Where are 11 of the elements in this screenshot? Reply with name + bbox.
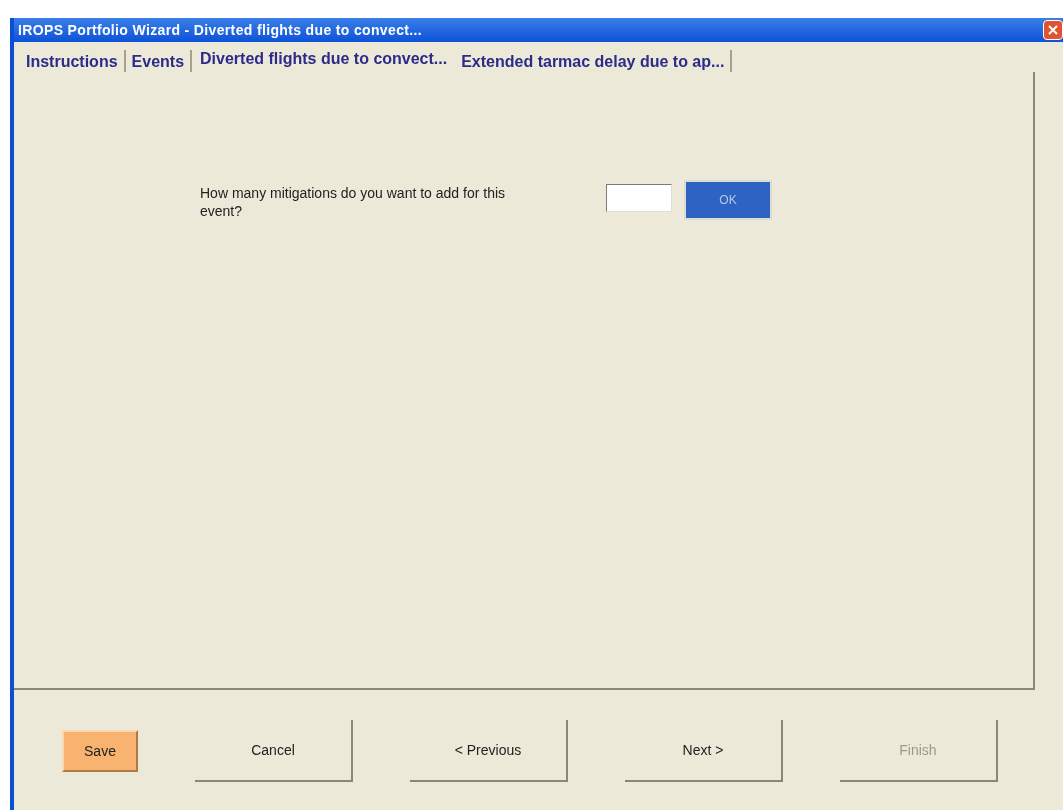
input-field[interactable] bbox=[606, 184, 672, 212]
tab[interactable]: Extended tarmac delay due to ap... bbox=[455, 50, 733, 72]
wizard-button[interactable]: Save bbox=[62, 730, 138, 772]
wizard-button[interactable]: Cancel bbox=[195, 720, 353, 782]
question-label: How many mitigations do you want to add for this event? bbox=[200, 184, 507, 220]
window-title: IROPS Portfolio Wizard - Diverted flights due to convect... bbox=[18, 20, 422, 40]
wizard-button[interactable]: < Previous bbox=[410, 720, 568, 782]
wizard-button[interactable]: Next > bbox=[625, 720, 783, 782]
close-icon bbox=[1047, 24, 1059, 36]
close-button[interactable] bbox=[1043, 20, 1063, 40]
tab[interactable]: Instructions bbox=[20, 50, 126, 72]
